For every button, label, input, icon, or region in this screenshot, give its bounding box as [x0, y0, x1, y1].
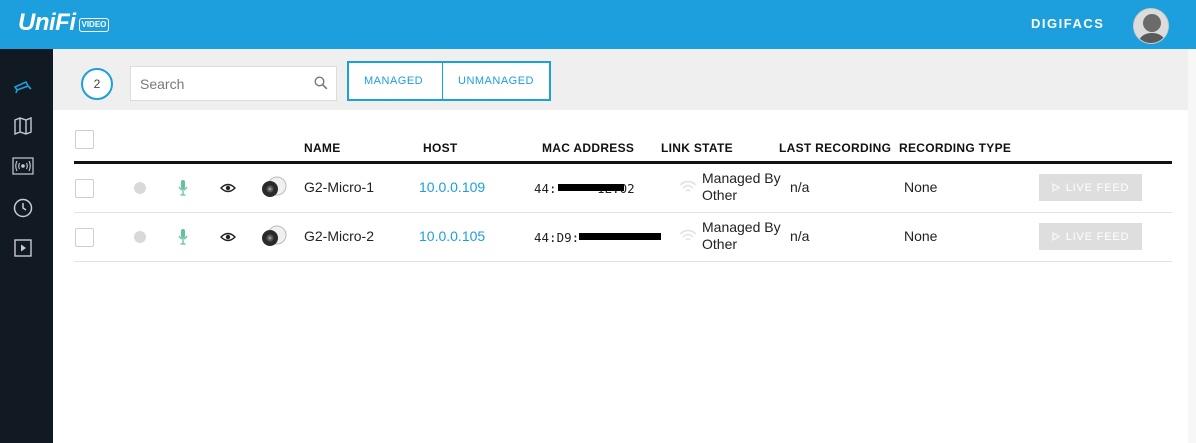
camera-name[interactable]: G2-Micro-2 — [304, 228, 374, 244]
sidebar-item-playback[interactable] — [12, 237, 34, 259]
live-feed-label: LIVE FEED — [1065, 230, 1130, 243]
link-state: Managed By Other — [702, 170, 781, 204]
search-box — [130, 66, 337, 101]
eye-icon[interactable] — [220, 232, 236, 242]
recording-type: None — [904, 179, 938, 195]
row-checkbox[interactable] — [75, 179, 94, 198]
avatar-icon — [1134, 9, 1168, 43]
camera-host-link[interactable]: 10.0.0.105 — [419, 228, 485, 244]
filter-toggle-group: MANAGED UNMANAGED — [347, 61, 552, 101]
camera-host-link[interactable]: 10.0.0.109 — [419, 179, 485, 195]
sidebar-item-devices[interactable] — [12, 155, 34, 177]
mac-address-prefix: 44:D9: — [534, 230, 580, 245]
logo-badge: VIDEO — [78, 18, 110, 32]
select-all-checkbox[interactable] — [75, 130, 94, 149]
recording-type: None — [904, 228, 938, 244]
sidebar-item-map[interactable] — [12, 115, 34, 137]
logo-text: UniFi — [18, 9, 76, 36]
column-header-mac[interactable]: MAC ADDRESS — [542, 141, 634, 155]
clock-icon — [13, 198, 33, 218]
map-icon — [14, 117, 32, 135]
microphone-icon[interactable] — [177, 228, 189, 246]
camera-icon — [13, 80, 32, 94]
wifi-icon — [679, 229, 697, 241]
link-state-line1: Managed By — [702, 170, 781, 186]
wifi-icon — [679, 180, 697, 192]
camera-count-badge: 2 — [81, 68, 113, 100]
microphone-icon[interactable] — [177, 179, 189, 197]
table-header: NAME HOST MAC ADDRESS LINK STATE LAST RE… — [74, 110, 1172, 164]
top-bar: UniFi VIDEO DIGIFACS — [0, 0, 1196, 49]
user-avatar[interactable] — [1133, 8, 1169, 44]
toolbar: 2 MANAGED UNMANAGED — [53, 49, 1188, 110]
sidebar — [0, 49, 53, 443]
table-row[interactable]: G2-Micro-2 10.0.0.105 44:D9: Managed By … — [74, 213, 1172, 262]
last-recording: n/a — [790, 228, 810, 244]
live-feed-label: LIVE FEED — [1065, 181, 1130, 194]
search-icon[interactable] — [314, 76, 328, 90]
link-state: Managed By Other — [702, 219, 781, 253]
column-header-name[interactable]: NAME — [304, 141, 341, 155]
redaction-mark — [558, 184, 624, 191]
camera-thumbnail-icon — [262, 225, 287, 246]
status-dot — [134, 231, 146, 243]
last-recording: n/a — [790, 179, 810, 195]
column-header-last-recording[interactable]: LAST RECORDING — [779, 141, 891, 155]
eye-icon[interactable] — [220, 183, 236, 193]
unifi-video-logo[interactable]: UniFi VIDEO — [18, 8, 110, 38]
status-dot — [134, 182, 146, 194]
play-icon — [14, 239, 32, 257]
filter-unmanaged-button[interactable]: UNMANAGED — [442, 63, 549, 99]
sidebar-item-cameras[interactable] — [12, 75, 34, 97]
column-header-recording-type[interactable]: RECORDING TYPE — [899, 141, 1011, 155]
link-state-line2: Other — [702, 236, 738, 252]
live-feed-button[interactable]: LIVE FEED — [1039, 174, 1142, 201]
mac-address-prefix: 44: — [534, 181, 557, 196]
table-row[interactable]: G2-Micro-1 10.0.0.109 44: 1E:02 Managed … — [74, 164, 1172, 213]
play-triangle-icon — [1052, 232, 1060, 241]
sidebar-item-recordings[interactable] — [12, 197, 34, 219]
search-input[interactable] — [131, 67, 301, 100]
redaction-mark — [579, 233, 661, 240]
filter-managed-button[interactable]: MANAGED — [349, 63, 442, 99]
org-name[interactable]: DIGIFACS — [1031, 16, 1104, 31]
column-header-link-state[interactable]: LINK STATE — [661, 141, 733, 155]
column-header-host[interactable]: HOST — [423, 141, 458, 155]
play-triangle-icon — [1052, 183, 1060, 192]
link-state-line1: Managed By — [702, 219, 781, 235]
live-feed-button[interactable]: LIVE FEED — [1039, 223, 1142, 250]
camera-thumbnail-icon — [262, 176, 287, 197]
link-state-line2: Other — [702, 187, 738, 203]
camera-name[interactable]: G2-Micro-1 — [304, 179, 374, 195]
row-checkbox[interactable] — [75, 228, 94, 247]
scrollbar[interactable] — [1188, 49, 1196, 443]
broadcast-icon — [12, 157, 34, 175]
